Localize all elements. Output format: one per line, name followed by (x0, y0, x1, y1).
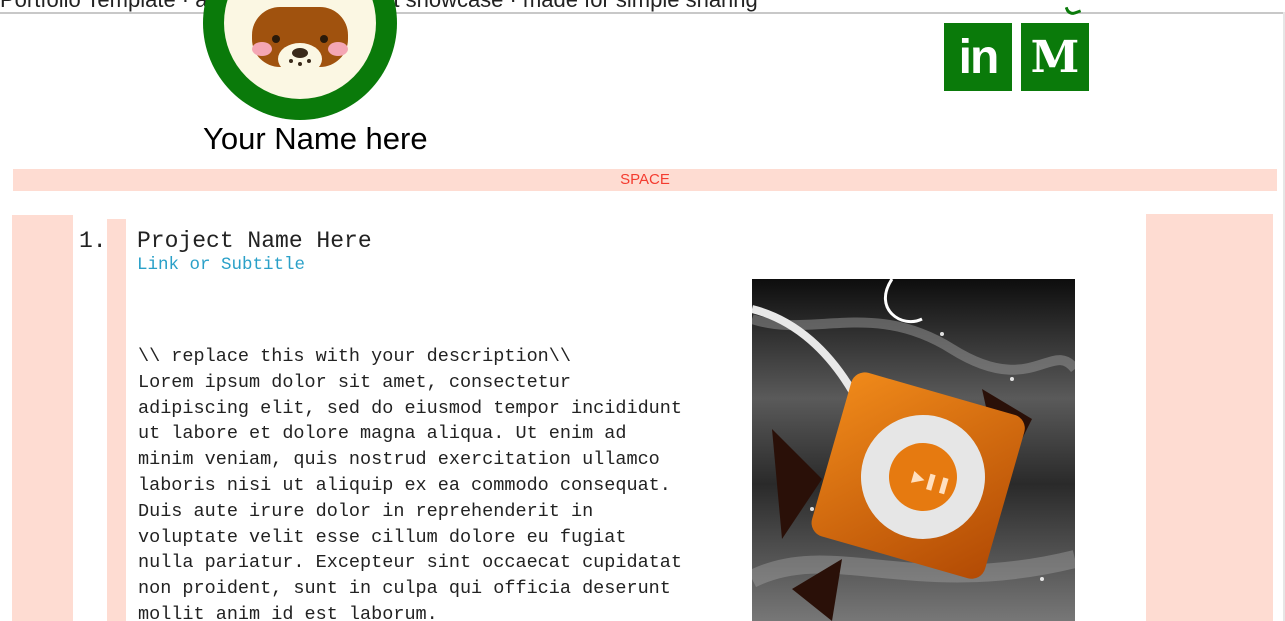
description-line: ut labore et dolore magna aliqua. Ut eni… (138, 423, 627, 445)
avatar-face (224, 0, 376, 99)
avatar (203, 0, 397, 120)
space-divider: SPACE (13, 169, 1277, 191)
owner-name: Your Name here (203, 121, 428, 156)
description-line: non proident, sunt in culpa qui officia … (138, 578, 671, 600)
linkedin-icon[interactable]: in (944, 23, 1012, 91)
right-padding-block (1146, 214, 1273, 621)
medium-icon[interactable]: M (1021, 23, 1089, 91)
music-player-illustration: ▶❚❚ (752, 279, 1075, 621)
description-line: laboris nisi ut aliquip ex ea commodo co… (138, 474, 671, 496)
project-description: \\ replace this with your description\\ … (138, 344, 728, 621)
project-image: ▶❚❚ (752, 279, 1075, 621)
medium-label: M (1030, 31, 1080, 83)
project-title: Project Name Here (137, 228, 372, 254)
description-line: voluptate velit esse cillum dolore eu fu… (138, 526, 627, 548)
project-number: 1. (79, 228, 107, 254)
top-divider (0, 12, 1285, 14)
description-line: mollit anim id est laborum. (138, 603, 438, 621)
description-line: Duis aute irure dolor in reprehenderit i… (138, 500, 594, 522)
avatar-mascot-icon (252, 7, 348, 75)
description-line: \\ replace this with your description\\ (138, 346, 571, 367)
linkedin-label: in (958, 30, 1000, 84)
left-padding-block (12, 215, 73, 621)
description-line: Lorem ipsum dolor sit amet, consectetur (138, 371, 571, 393)
inner-padding-block (107, 219, 126, 621)
description-line: adipiscing elit, sed do eiusmod tempor i… (138, 397, 682, 419)
page: Portfolio Template · a single-page proje… (0, 0, 1285, 621)
description-line: minim veniam, quis nostrud exercitation … (138, 449, 660, 471)
project-subtitle-link[interactable]: Link or Subtitle (137, 255, 305, 275)
description-line: nulla pariatur. Excepteur sint occaecat … (138, 552, 682, 574)
